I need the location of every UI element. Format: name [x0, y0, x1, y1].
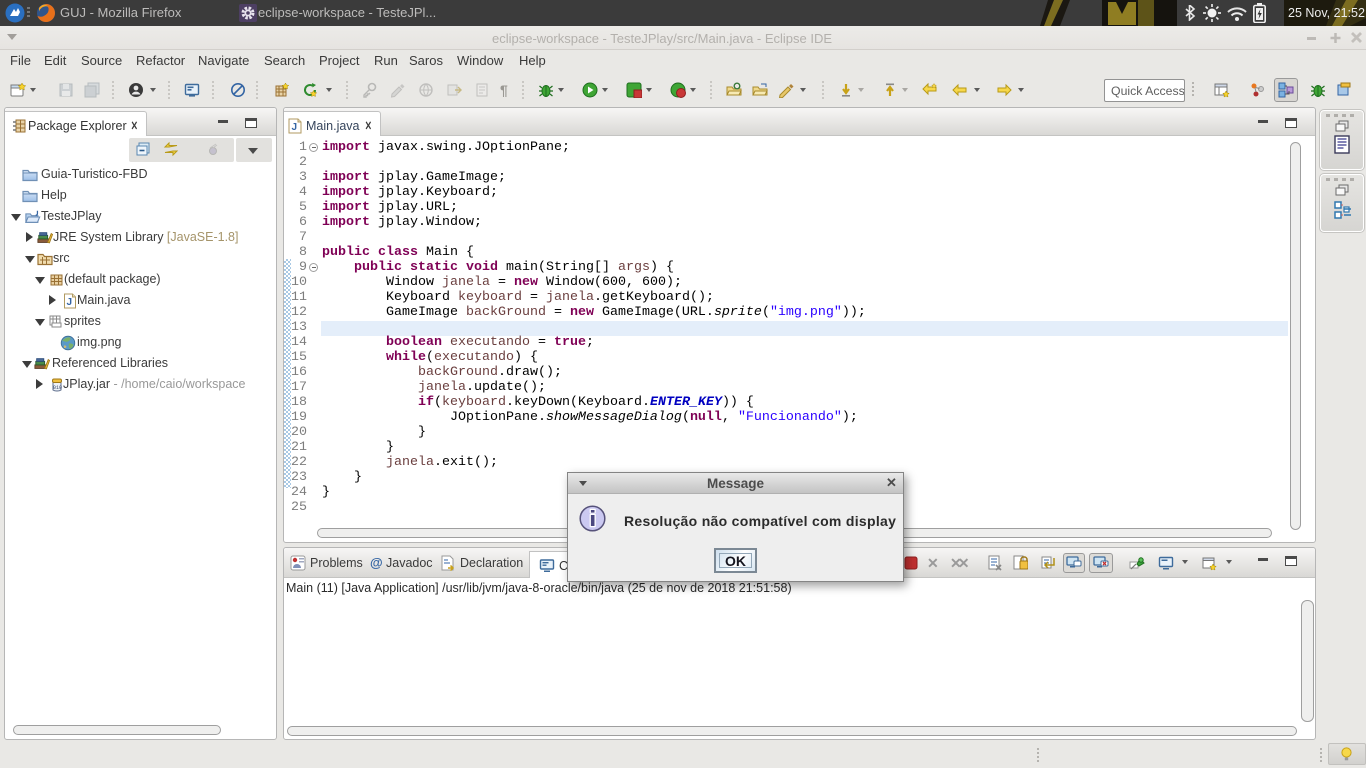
svg-text:J: J [292, 122, 298, 133]
svg-text:J: J [67, 297, 73, 308]
svg-text:010: 010 [53, 385, 62, 391]
